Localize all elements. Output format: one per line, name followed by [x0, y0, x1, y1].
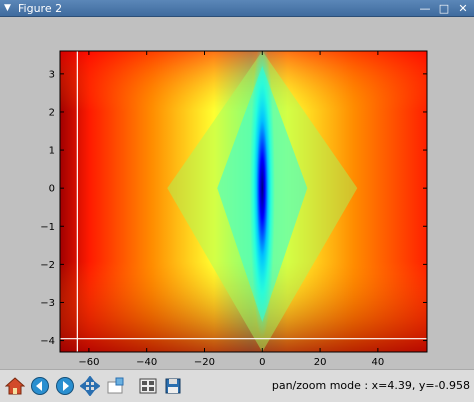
pan-icon[interactable]	[79, 375, 101, 397]
y-tick-label: −2	[40, 260, 55, 271]
y-tick-label: 1	[49, 146, 55, 157]
navigation-toolbar: pan/zoom mode : x=4.39, y=-0.958	[0, 369, 474, 402]
heatmap-center	[192, 51, 333, 339]
window-menu-icon[interactable]: ▼	[4, 0, 11, 17]
title-bar: ▼ Figure 2 — □ ✕	[0, 0, 474, 17]
maximize-icon[interactable]: □	[437, 0, 451, 17]
figure-canvas[interactable]: −60 −40 −20 0 20 40 3 2 1 0 −1 −2 −3 −4	[0, 17, 474, 369]
heatmap-image	[60, 51, 427, 352]
x-tick-label: 40	[372, 357, 385, 368]
x-tick-label: 20	[314, 357, 327, 368]
x-tick-label: 0	[259, 357, 265, 368]
zoom-icon[interactable]	[104, 375, 126, 397]
y-tick-label: −3	[40, 298, 55, 309]
axes: −60 −40 −20 0 20 40 3 2 1 0 −1 −2 −3 −4	[40, 50, 428, 368]
back-icon[interactable]	[29, 375, 51, 397]
save-icon[interactable]	[162, 375, 184, 397]
close-icon[interactable]: ✕	[456, 0, 470, 17]
minimize-icon[interactable]: —	[418, 0, 432, 17]
y-tick-label: 0	[49, 184, 55, 195]
x-tick-label: −60	[78, 357, 99, 368]
window-title: Figure 2	[18, 2, 63, 15]
x-tick-label: −20	[194, 357, 215, 368]
subplots-icon[interactable]	[137, 375, 159, 397]
status-text: pan/zoom mode : x=4.39, y=-0.958	[271, 379, 470, 392]
x-tick-label: −40	[136, 357, 157, 368]
home-icon[interactable]	[4, 375, 26, 397]
y-tick-label: 2	[49, 107, 55, 118]
forward-icon[interactable]	[54, 375, 76, 397]
plot-svg: −60 −40 −20 0 20 40 3 2 1 0 −1 −2 −3 −4	[40, 50, 428, 368]
y-tick-label: −4	[40, 336, 55, 347]
y-tick-label: −1	[40, 222, 55, 233]
y-tick-label: 3	[49, 69, 55, 80]
